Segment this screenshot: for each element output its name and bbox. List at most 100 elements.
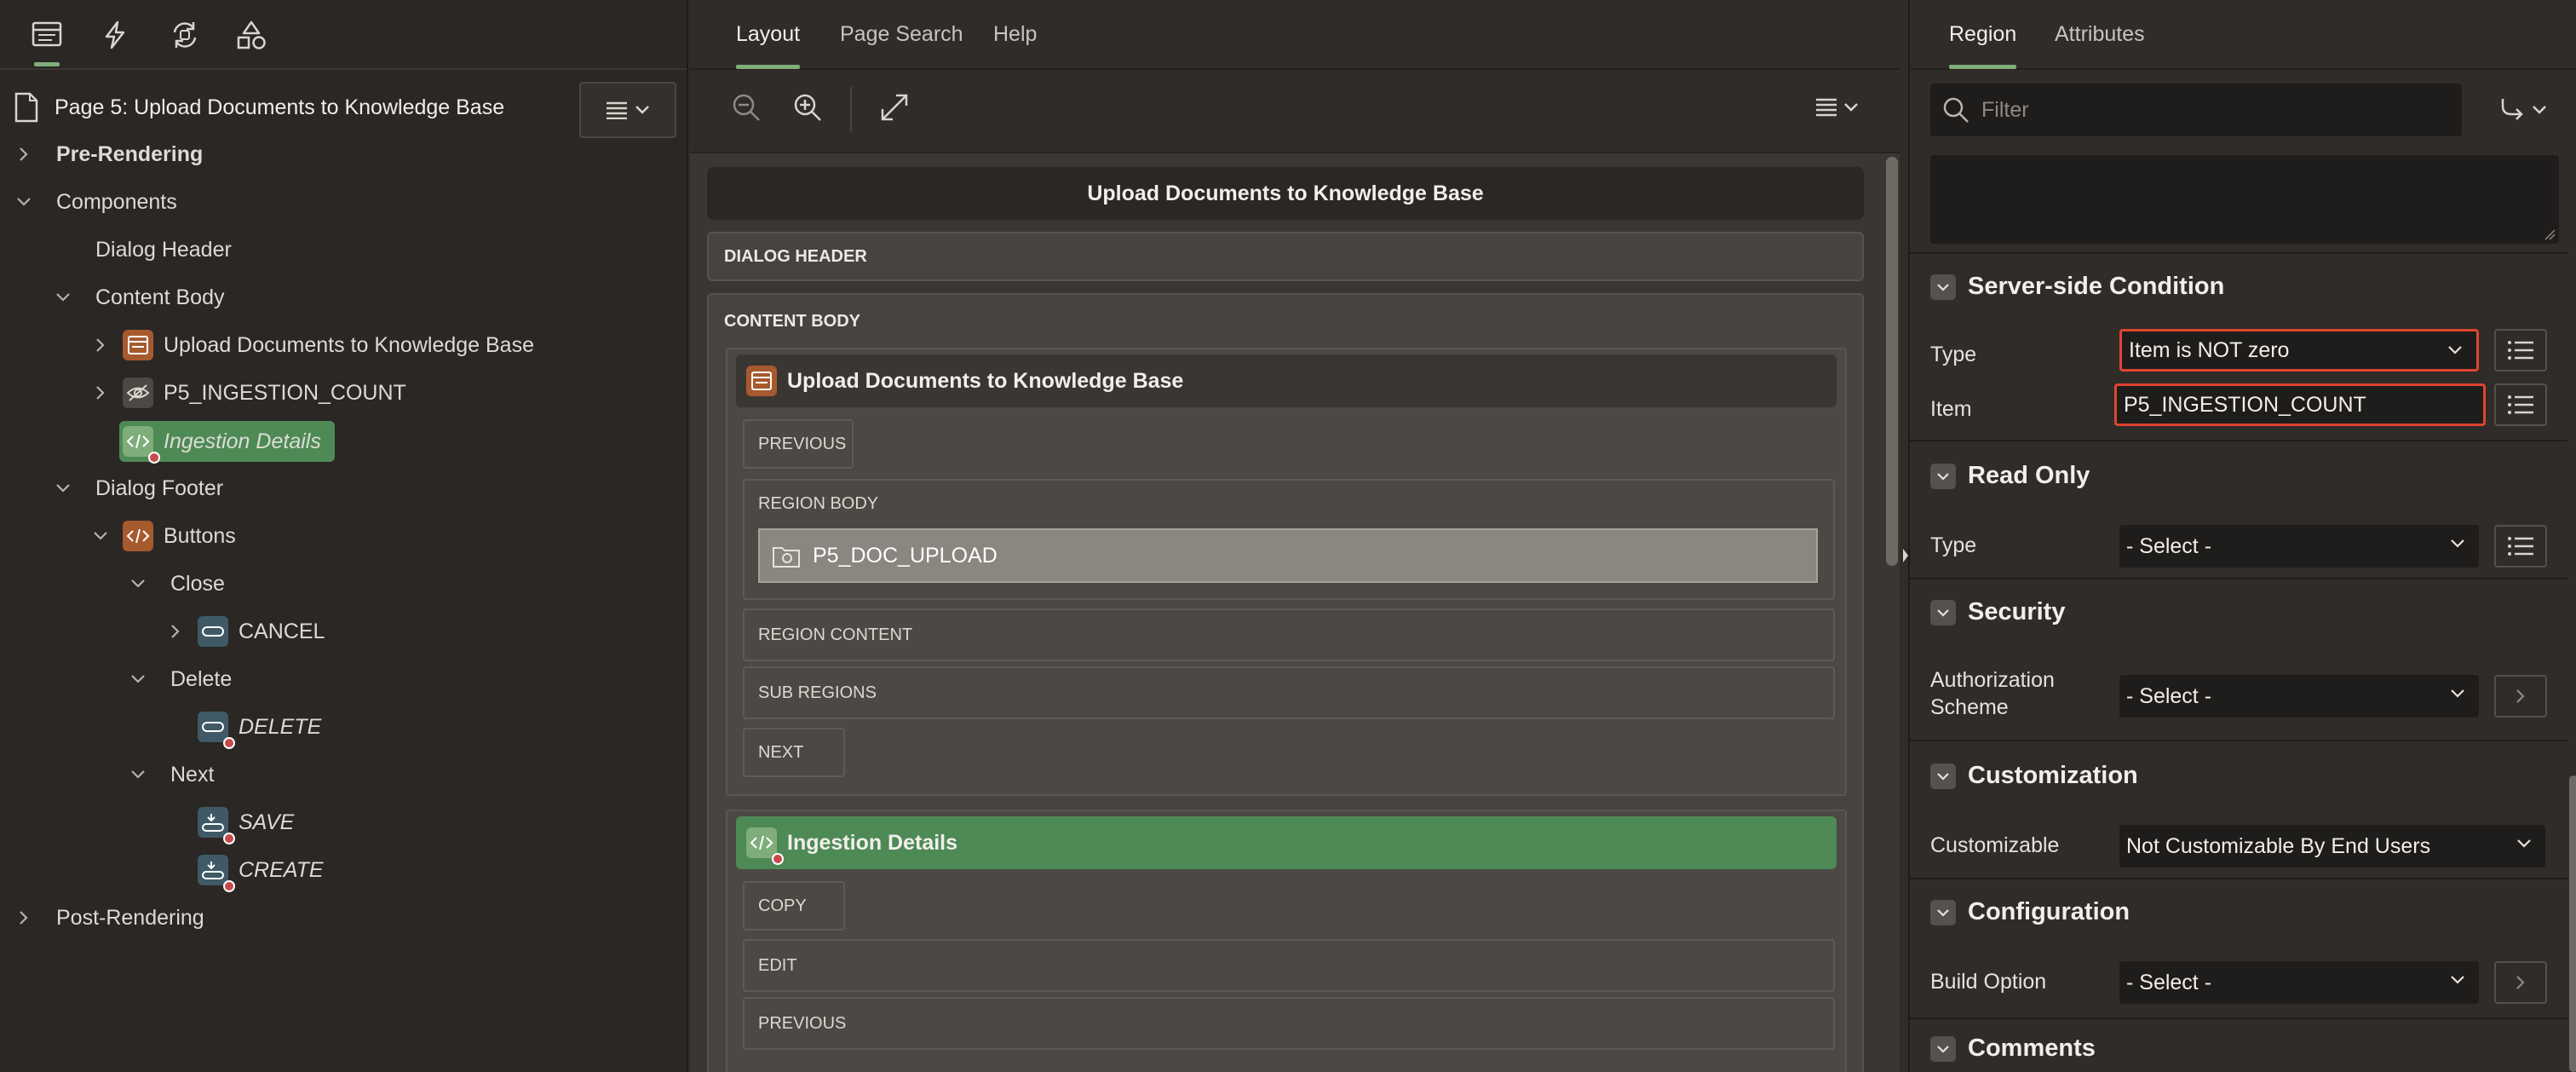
- tree-node-dialog-footer[interactable]: Dialog Footer: [55, 466, 223, 510]
- filter-field[interactable]: [1930, 84, 2462, 136]
- section-divider: [1910, 252, 2567, 254]
- tree-node-delete-group[interactable]: Delete: [129, 657, 232, 701]
- list-icon: [2508, 341, 2533, 360]
- authorization-scheme-select[interactable]: - Select -: [2119, 675, 2479, 718]
- button-action-icon: [198, 855, 235, 892]
- slot-next[interactable]: NEXT: [743, 728, 845, 777]
- slot-previous[interactable]: PREVIOUS: [743, 419, 854, 469]
- zoom-out-icon[interactable]: [731, 92, 762, 123]
- collapse-icon[interactable]: [1930, 1035, 1956, 1062]
- slot-region-content[interactable]: REGION CONTENT: [743, 608, 1835, 661]
- tab-help[interactable]: Help: [993, 22, 1037, 47]
- build-option-select[interactable]: - Select -: [2119, 961, 2479, 1004]
- collapse-icon[interactable]: [1930, 599, 1956, 625]
- slot-copy[interactable]: COPY: [743, 881, 845, 931]
- list-icon: [2508, 537, 2533, 556]
- chevron-right-icon[interactable]: [167, 623, 184, 640]
- region-header[interactable]: Ingestion Details: [736, 816, 1837, 869]
- tab-rendering[interactable]: [24, 14, 70, 66]
- filter-input[interactable]: [1980, 96, 2426, 124]
- go-to-button[interactable]: [2494, 961, 2547, 1004]
- section-divider: [1910, 578, 2567, 579]
- chevron-down-icon[interactable]: [55, 289, 72, 306]
- chevron-right-icon[interactable]: [15, 909, 32, 926]
- region-ingestion-details[interactable]: Ingestion Details COPY EDIT PREVIOUS: [726, 810, 1847, 1072]
- button-icon: [198, 712, 235, 749]
- tree-node-delete-button[interactable]: DELETE: [198, 705, 321, 749]
- tab-dynamic-actions[interactable]: [92, 14, 138, 66]
- property-scrollbar[interactable]: [2569, 775, 2576, 1072]
- condition-item-field[interactable]: P5_INGESTION_COUNT: [2114, 383, 2486, 426]
- item-doc-upload[interactable]: P5_DOC_UPLOAD: [758, 528, 1818, 583]
- content-body-zone[interactable]: CONTENT BODY Upload Documents to Knowled…: [707, 293, 1864, 1072]
- collapse-icon[interactable]: [1930, 763, 1956, 789]
- resize-grip-icon[interactable]: [2544, 228, 2556, 240]
- customizable-select[interactable]: Not Customizable By End Users: [2119, 825, 2545, 867]
- layout-menu-button[interactable]: [1814, 97, 1862, 118]
- chevron-down-icon[interactable]: [55, 480, 72, 497]
- chevron-right-icon[interactable]: [15, 146, 32, 163]
- dialog-header-zone[interactable]: DIALOG HEADER: [707, 232, 1864, 281]
- layout-pane: Layout Page Search Help Upload Documents…: [690, 0, 1900, 1072]
- chevron-down-icon[interactable]: [15, 193, 32, 210]
- tab-processing[interactable]: [162, 14, 208, 66]
- tree-node-create[interactable]: CREATE: [198, 848, 324, 892]
- chevron-down-icon[interactable]: [92, 527, 109, 545]
- zoom-in-icon[interactable]: [792, 92, 823, 123]
- tree-node-ingestion-details[interactable]: Ingestion Details: [119, 421, 335, 464]
- section-customization[interactable]: Customization: [1930, 762, 2138, 790]
- toolbar-divider: [850, 87, 852, 131]
- list-help-button[interactable]: [2494, 525, 2547, 568]
- collapse-icon[interactable]: [1930, 899, 1956, 925]
- textarea-field[interactable]: [1930, 155, 2559, 244]
- region-header[interactable]: Upload Documents to Knowledge Base: [736, 354, 1837, 407]
- chevron-right-icon[interactable]: [92, 384, 109, 401]
- layout-scrollbar[interactable]: [1886, 157, 1898, 566]
- collapse-icon[interactable]: [1930, 463, 1956, 489]
- section-configuration[interactable]: Configuration: [1930, 898, 2130, 926]
- section-security[interactable]: Security: [1930, 598, 2065, 626]
- tree-node-cancel[interactable]: CANCEL: [167, 609, 325, 654]
- tab-layout[interactable]: Layout: [736, 22, 801, 69]
- condition-type-select[interactable]: Item is NOT zero: [2119, 329, 2479, 372]
- section-read-only[interactable]: Read Only: [1930, 462, 2090, 490]
- slot-previous[interactable]: PREVIOUS: [743, 997, 1835, 1050]
- tab-page-search[interactable]: Page Search: [840, 22, 963, 47]
- collapse-icon[interactable]: [1930, 274, 1956, 300]
- read-only-type-select[interactable]: - Select -: [2119, 525, 2479, 568]
- tree-node-next[interactable]: Next: [129, 752, 214, 797]
- section-comments[interactable]: Comments: [1930, 1035, 2096, 1063]
- page-title[interactable]: Page 5: Upload Documents to Knowledge Ba…: [55, 95, 504, 120]
- section-server-side-condition[interactable]: Server-side Condition: [1930, 273, 2224, 301]
- region-upload-documents[interactable]: Upload Documents to Knowledge Base PREVI…: [726, 348, 1847, 796]
- tree-node-item-ingestion-count[interactable]: P5_INGESTION_COUNT: [92, 371, 406, 415]
- chevron-down-icon[interactable]: [129, 575, 147, 592]
- list-help-button[interactable]: [2494, 329, 2547, 372]
- tab-region[interactable]: Region: [1949, 22, 2017, 69]
- tree-node-pre-rendering[interactable]: Pre-Rendering: [15, 132, 203, 176]
- slot-sub-regions[interactable]: SUB REGIONS: [743, 666, 1835, 719]
- tree-menu-button[interactable]: [579, 82, 676, 138]
- tree-node-post-rendering[interactable]: Post-Rendering: [15, 896, 204, 940]
- tree-node-save[interactable]: SAVE: [198, 800, 294, 844]
- tree-node-components[interactable]: Components: [15, 180, 177, 224]
- chevron-down-icon[interactable]: [129, 766, 147, 783]
- tree-label: Dialog Footer: [95, 475, 224, 500]
- tree-node-close[interactable]: Close: [129, 562, 225, 606]
- tab-shared-components[interactable]: [228, 14, 274, 66]
- tree-node-dialog-header[interactable]: Dialog Header: [95, 228, 232, 272]
- tree-node-region-upload[interactable]: Upload Documents to Knowledge Base: [92, 323, 534, 367]
- tree-label: CANCEL: [239, 619, 325, 643]
- chevron-down-icon[interactable]: [129, 671, 147, 688]
- tree-node-buttons[interactable]: Buttons: [92, 514, 236, 558]
- list-of-values-button[interactable]: [2494, 383, 2547, 426]
- go-to-button[interactable]: [2494, 675, 2547, 718]
- page-row: Page 5: Upload Documents to Knowledge Ba…: [0, 77, 687, 138]
- tab-attributes[interactable]: Attributes: [2055, 22, 2145, 47]
- dialog-title-bar[interactable]: Upload Documents to Knowledge Base: [707, 167, 1864, 220]
- go-to-group-button[interactable]: [2489, 84, 2557, 136]
- slot-edit[interactable]: EDIT: [743, 939, 1835, 992]
- expand-icon[interactable]: [879, 92, 910, 123]
- tree-node-content-body[interactable]: Content Body: [55, 275, 225, 320]
- chevron-right-icon[interactable]: [92, 337, 109, 354]
